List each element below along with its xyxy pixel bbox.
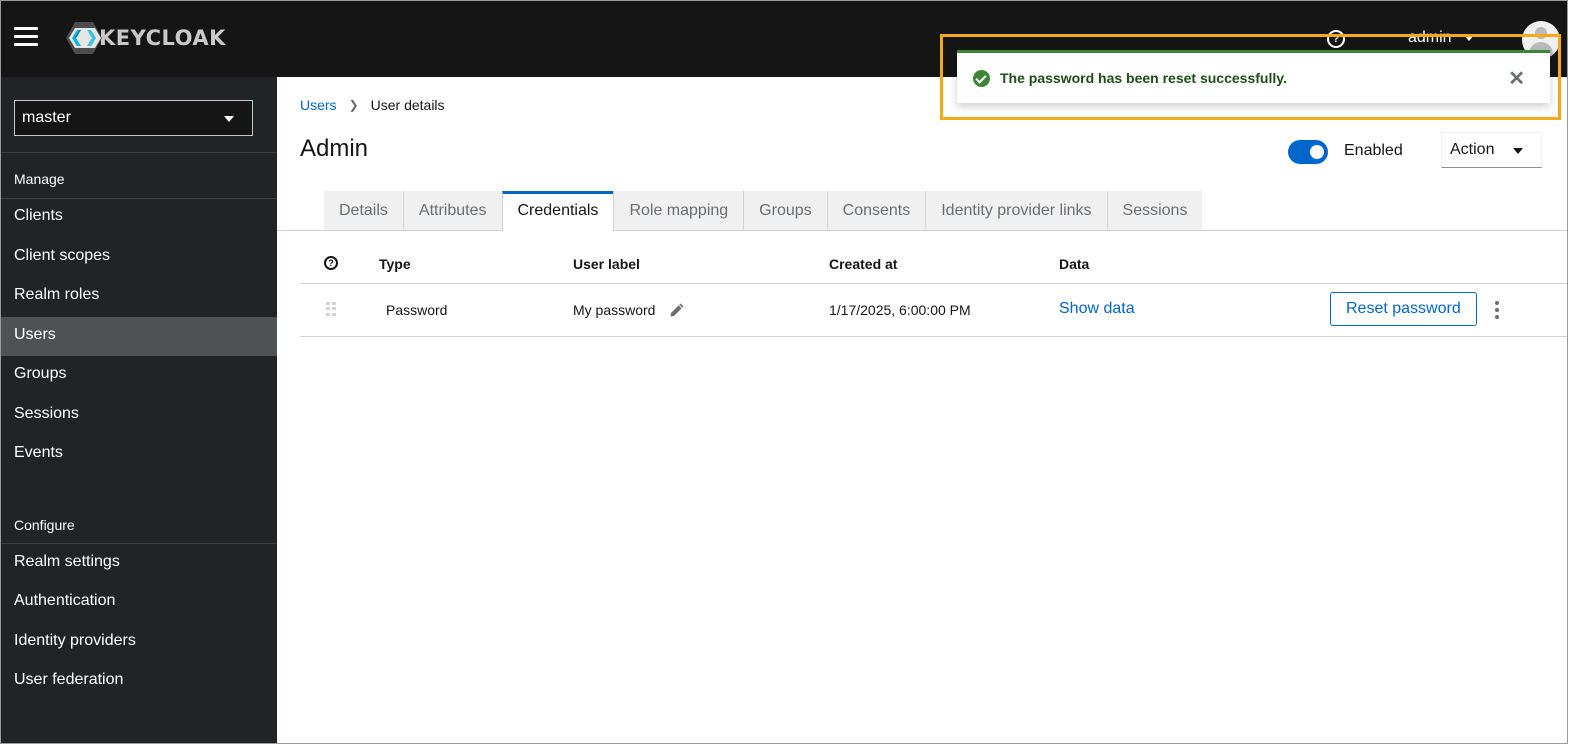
- column-header-type: Type: [379, 256, 411, 272]
- toast-message: The password has been reset successfully…: [1000, 70, 1287, 86]
- divider: [1, 152, 277, 153]
- nav-section-configure: Configure: [14, 517, 75, 533]
- brand-name: KEYCLOAK: [99, 26, 226, 50]
- help-circle-icon[interactable]: ?: [1327, 30, 1345, 48]
- credential-created-at: 1/17/2025, 6:00:00 PM: [829, 302, 971, 318]
- keycloak-logo-icon: [66, 22, 102, 54]
- credential-user-label: My password: [573, 302, 656, 318]
- user-menu-toggle[interactable]: admin: [1408, 29, 1474, 47]
- breadcrumb-users-link[interactable]: Users: [300, 97, 337, 113]
- tab-identity-provider-links[interactable]: Identity provider links: [925, 191, 1107, 231]
- sidebar-item-realm-settings[interactable]: Realm settings: [1, 544, 277, 583]
- hamburger-menu-icon[interactable]: [14, 27, 38, 49]
- realm-selector-value: master: [22, 109, 71, 126]
- realm-selector[interactable]: master: [14, 100, 253, 136]
- tab-credentials[interactable]: Credentials: [501, 191, 614, 231]
- keycloak-logo[interactable]: KEYCLOAK: [65, 21, 226, 55]
- table-header: ? Type User label Created at Data: [300, 241, 1567, 284]
- table-row: Password My password 1/17/2025, 6:00:00 …: [300, 284, 1567, 337]
- close-icon[interactable]: ✕: [1508, 66, 1525, 91]
- help-circle-icon[interactable]: ?: [324, 256, 338, 270]
- nav-section-manage: Manage: [14, 171, 65, 187]
- tab-groups[interactable]: Groups: [743, 191, 827, 231]
- breadcrumb: Users ❯ User details: [300, 97, 445, 113]
- sidebar-item-identity-providers[interactable]: Identity providers: [1, 623, 277, 662]
- tab-consents[interactable]: Consents: [826, 191, 926, 231]
- caret-down-icon: [224, 116, 234, 122]
- sidebar-item-users[interactable]: Users: [1, 317, 277, 356]
- credentials-table: ? Type User label Created at Data Passwo…: [300, 241, 1567, 337]
- sidebar-item-clients[interactable]: Clients: [1, 198, 277, 237]
- column-header-data: Data: [1059, 256, 1090, 272]
- sidebar-item-authentication[interactable]: Authentication: [1, 583, 277, 622]
- show-data-link[interactable]: Show data: [1059, 300, 1135, 318]
- tab-attributes[interactable]: Attributes: [402, 191, 502, 231]
- user-tabs: Details Attributes Credentials Role mapp…: [324, 191, 1203, 231]
- user-name: admin: [1408, 29, 1452, 46]
- sidebar-item-sessions[interactable]: Sessions: [1, 396, 277, 435]
- action-dropdown-label: Action: [1450, 141, 1495, 158]
- sidebar-item-realm-roles[interactable]: Realm roles: [1, 277, 277, 316]
- tab-role-mapping[interactable]: Role mapping: [613, 191, 744, 231]
- sidebar-item-events[interactable]: Events: [1, 435, 277, 474]
- sidebar-item-client-scopes[interactable]: Client scopes: [1, 238, 277, 277]
- action-dropdown[interactable]: Action: [1441, 132, 1542, 168]
- tab-details[interactable]: Details: [324, 191, 403, 231]
- success-toast: The password has been reset successfully…: [957, 50, 1550, 103]
- main-content: Users ❯ User details Admin Enabled Actio…: [277, 77, 1567, 743]
- caret-down-icon: [1463, 35, 1474, 41]
- column-header-user-label: User label: [573, 256, 640, 272]
- breadcrumb-current: User details: [370, 97, 445, 113]
- page-title: Admin: [300, 135, 369, 162]
- kebab-menu-icon[interactable]: [1494, 301, 1500, 319]
- sidebar-item-user-federation[interactable]: User federation: [1, 662, 277, 701]
- enabled-toggle-label: Enabled: [1344, 142, 1403, 159]
- reset-password-button[interactable]: Reset password: [1330, 292, 1477, 326]
- app-window: KEYCLOAK ? admin master Manage Clients C…: [0, 0, 1568, 744]
- check-circle-icon: [973, 69, 990, 87]
- sidebar-item-groups[interactable]: Groups: [1, 356, 277, 395]
- sidebar: master Manage Clients Client scopes Real…: [1, 77, 277, 743]
- chevron-right-icon: ❯: [348, 98, 359, 112]
- column-header-created-at: Created at: [829, 256, 898, 272]
- enabled-toggle[interactable]: [1288, 140, 1328, 164]
- pencil-icon[interactable]: [668, 301, 686, 319]
- drag-handle-icon[interactable]: [326, 302, 336, 316]
- caret-down-icon: [1513, 148, 1523, 154]
- credential-type: Password: [386, 302, 448, 318]
- tab-sessions[interactable]: Sessions: [1106, 191, 1203, 231]
